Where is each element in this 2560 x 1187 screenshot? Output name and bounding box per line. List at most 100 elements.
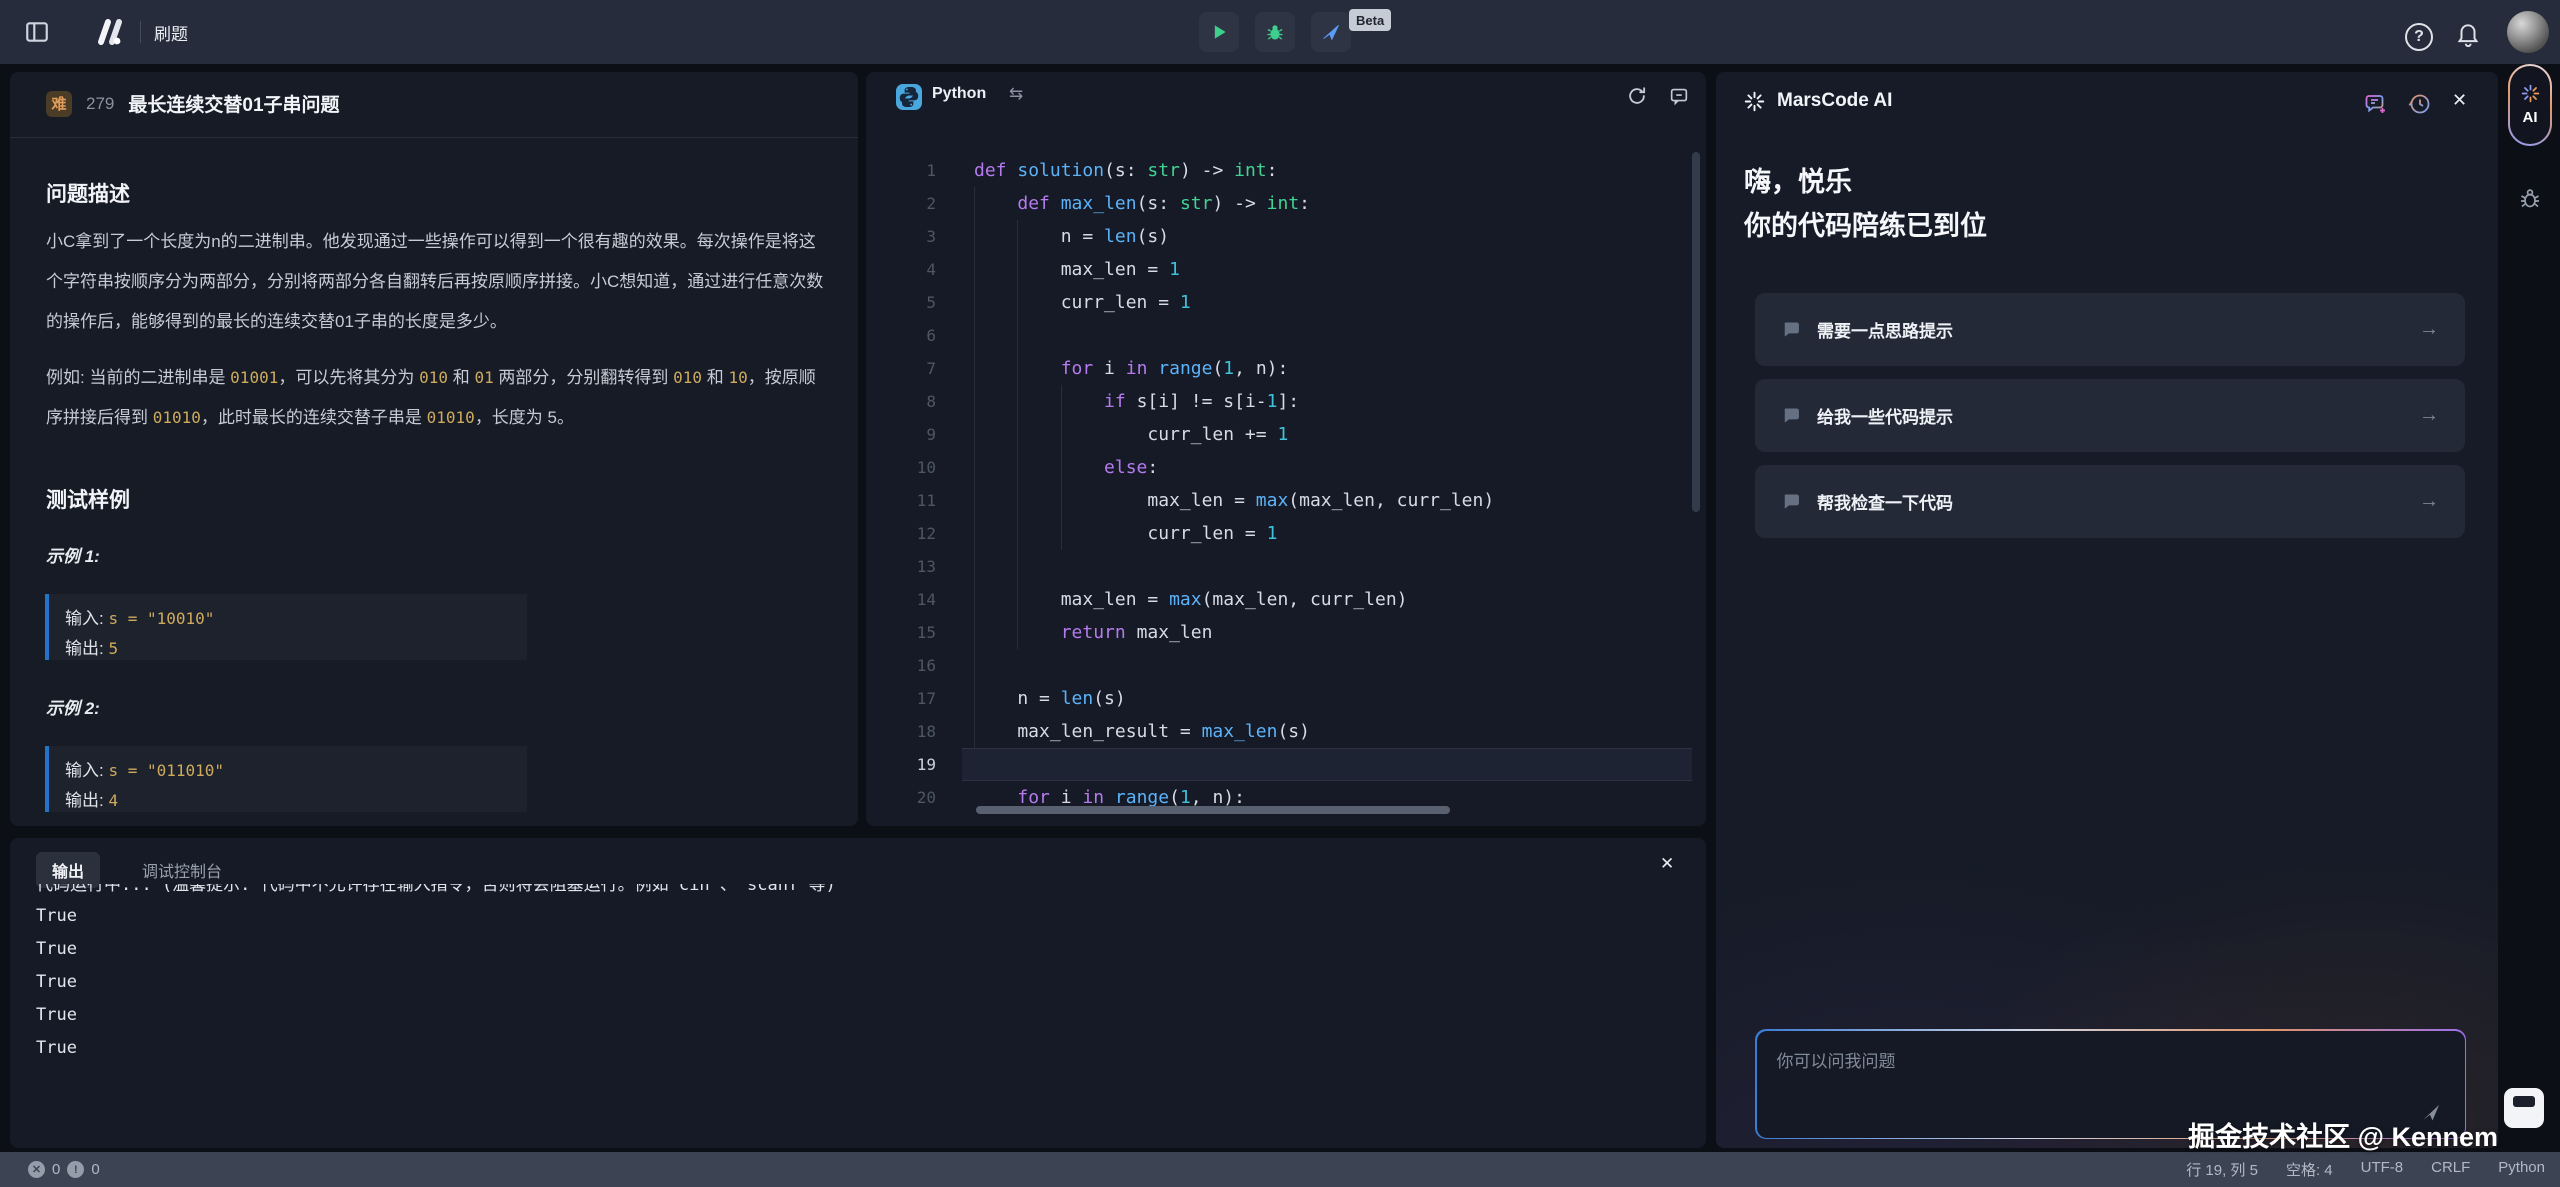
ai-greeting-line2: 你的代码陪练已到位 [1744, 204, 1987, 243]
code-line-11[interactable]: 11 max_len = max(max_len, curr_len) [866, 484, 1692, 517]
code-area[interactable]: 1def solution(s: str) -> int:2 def max_l… [866, 154, 1692, 814]
line-number: 6 [866, 326, 962, 345]
code-text: max_len = max(max_len, curr_len) [962, 583, 1692, 616]
code-line-2[interactable]: 2 def max_len(s: str) -> int: [866, 187, 1692, 220]
status-item[interactable]: UTF-8 [2361, 1159, 2404, 1180]
console-close-icon[interactable]: ✕ [1660, 854, 1674, 874]
code-text: if s[i] != s[i-1]: [962, 385, 1692, 418]
feedback-icon[interactable] [1668, 85, 1690, 107]
line-number: 2 [866, 194, 962, 213]
ai-greeting-line1: 嗨，悦乐 [1744, 160, 1852, 199]
ai-badge-label: AI [2523, 109, 2538, 126]
text: 和 [448, 368, 474, 387]
console-line: True [36, 933, 1676, 966]
tab-output[interactable]: 输出 [36, 852, 100, 888]
example-input-line: 输入: s = "011010" [65, 756, 527, 786]
run-button[interactable] [1199, 12, 1239, 52]
code-line-15[interactable]: 15 return max_len [866, 616, 1692, 649]
text: ，长度为 5。 [475, 408, 574, 427]
line-number: 19 [866, 755, 962, 774]
code-line-19[interactable]: 19 [866, 748, 1692, 781]
code-text: max_len = 1 [962, 253, 1692, 286]
difficulty-badge: 难 [46, 91, 72, 117]
code-line-6[interactable]: 6 [866, 319, 1692, 352]
description-heading: 问题描述 [46, 178, 130, 208]
watermark: 掘金技术社区 @ Kennem [2188, 1115, 2498, 1154]
tab-debug-console[interactable]: 调试控制台 [132, 852, 232, 888]
user-avatar[interactable] [2507, 11, 2549, 53]
new-chat-icon[interactable] [2364, 92, 2388, 116]
code-text: curr_len += 1 [962, 418, 1692, 451]
arrow-right-icon: → [2419, 490, 2439, 513]
console-notice-line: 代码运行中... (温馨提示: 代码中不允许存在输入指令，否则将会阻塞运行。例如… [36, 884, 1676, 900]
code-line-7[interactable]: 7 for i in range(1, n): [866, 352, 1692, 385]
ai-suggestion-card[interactable]: 帮我检查一下代码→ [1755, 465, 2465, 538]
status-item[interactable]: Python [2498, 1159, 2545, 1180]
problem-title: 最长连续交替01子串问题 [128, 90, 339, 117]
code-text: max_len = max(max_len, curr_len) [962, 484, 1692, 517]
code-line-8[interactable]: 8 if s[i] != s[i-1]: [866, 385, 1692, 418]
help-icon[interactable]: ? [2405, 23, 2433, 51]
inline-code: 01010 [427, 408, 475, 427]
line-number: 3 [866, 227, 962, 246]
code-line-3[interactable]: 3 n = len(s) [866, 220, 1692, 253]
divider [140, 21, 141, 43]
history-icon[interactable] [2408, 92, 2432, 116]
console-line: True [36, 966, 1676, 999]
line-number: 16 [866, 656, 962, 675]
reset-code-icon[interactable] [1626, 85, 1648, 107]
editor-tab-bar: Python ⇆ [866, 72, 1706, 122]
horizontal-scrollbar[interactable] [976, 806, 1450, 814]
code-line-14[interactable]: 14 max_len = max(max_len, curr_len) [866, 583, 1692, 616]
code-text: return max_len [962, 616, 1692, 649]
problem-title-row: 难 279 最长连续交替01子串问题 [46, 90, 340, 117]
submit-button[interactable] [1311, 12, 1351, 52]
sidebar-toggle-icon[interactable] [24, 19, 50, 45]
marscode-logo[interactable] [92, 16, 128, 48]
code-line-9[interactable]: 9 curr_len += 1 [866, 418, 1692, 451]
code-line-12[interactable]: 12 curr_len = 1 [866, 517, 1692, 550]
line-number: 4 [866, 260, 962, 279]
console-line: True [36, 999, 1676, 1032]
suggestion-label: 需要一点思路提示 [1817, 317, 2419, 342]
samples-heading: 测试样例 [46, 484, 130, 514]
debug-button[interactable] [1255, 12, 1295, 52]
arrow-right-icon: → [2419, 404, 2439, 427]
ai-close-icon[interactable]: ✕ [2452, 90, 2467, 111]
vertical-scrollbar[interactable] [1692, 152, 1700, 512]
ai-sidebar-button[interactable]: AI [2508, 64, 2552, 146]
arrow-right-icon: → [2419, 318, 2439, 341]
code-line-10[interactable]: 10 else: [866, 451, 1692, 484]
code-line-16[interactable]: 16 [866, 649, 1692, 682]
inline-code: 10 [729, 368, 748, 387]
status-item[interactable]: CRLF [2431, 1159, 2470, 1180]
notification-bell-icon[interactable] [2455, 21, 2481, 47]
problems-summary[interactable]: ✕ 0 ! 0 [28, 1161, 100, 1178]
code-text: curr_len = 1 [962, 286, 1692, 319]
example-output-line: 输出: 4 [65, 786, 527, 816]
code-text [962, 649, 1692, 682]
code-line-1[interactable]: 1def solution(s: str) -> int: [866, 154, 1692, 187]
description-example-paragraph: 例如: 当前的二进制串是 01001，可以先将其分为 010 和 01 两部分，… [46, 358, 832, 438]
status-item[interactable]: 行 19, 列 5 [2186, 1159, 2258, 1180]
console-line: True [36, 900, 1676, 933]
line-number: 5 [866, 293, 962, 312]
ai-suggestion-card[interactable]: 给我一些代码提示→ [1755, 379, 2465, 452]
line-number: 14 [866, 590, 962, 609]
language-tab[interactable]: Python [932, 85, 986, 103]
status-item[interactable]: 空格: 4 [2286, 1159, 2333, 1180]
example-2-label: 示例 2: [46, 694, 100, 719]
debug-sidebar-icon[interactable] [2518, 186, 2542, 210]
code-line-5[interactable]: 5 curr_len = 1 [866, 286, 1692, 319]
ai-suggestion-card[interactable]: 需要一点思路提示→ [1755, 293, 2465, 366]
inline-code: 010 [419, 368, 448, 387]
console-panel: 输出 调试控制台 ✕ 代码运行中... (温馨提示: 代码中不允许存在输入指令，… [10, 838, 1706, 1148]
code-line-17[interactable]: 17 n = len(s) [866, 682, 1692, 715]
code-text [962, 748, 1692, 781]
code-line-18[interactable]: 18 max_len_result = max_len(s) [866, 715, 1692, 748]
switch-language-icon[interactable]: ⇆ [1009, 84, 1023, 104]
code-line-4[interactable]: 4 max_len = 1 [866, 253, 1692, 286]
code-line-13[interactable]: 13 [866, 550, 1692, 583]
code-text: max_len_result = max_len(s) [962, 715, 1692, 748]
panel-toggle-icon[interactable] [2504, 1088, 2544, 1128]
